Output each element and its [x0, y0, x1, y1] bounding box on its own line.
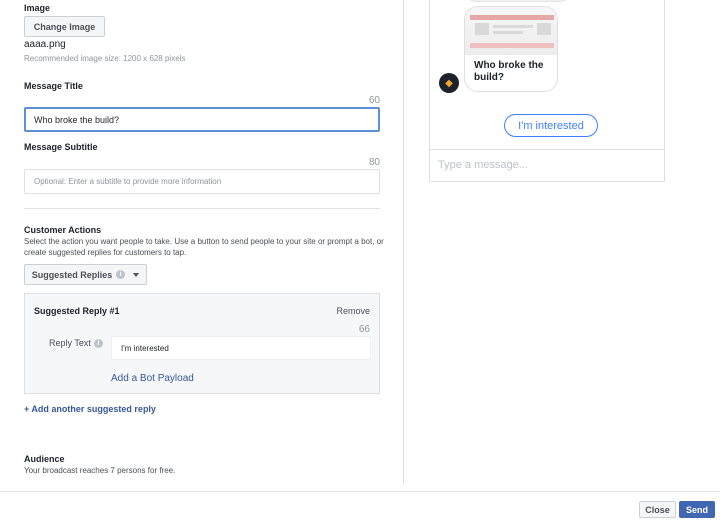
- customer-actions-label: Customer Actions: [24, 225, 102, 235]
- add-suggested-reply-link[interactable]: + Add another suggested reply: [24, 404, 156, 414]
- message-preview: Who broke the build? ◆ I'm interested Ty…: [429, 0, 665, 182]
- change-image-button[interactable]: Change Image: [24, 16, 105, 37]
- audience-description: Your broadcast reaches 7 persons for fre…: [24, 466, 176, 475]
- info-icon[interactable]: i: [116, 270, 126, 279]
- recommended-size-hint: Recommended image size: 1200 x 628 pixel…: [24, 54, 186, 63]
- close-button[interactable]: Close: [639, 501, 676, 518]
- composer-divider: [430, 149, 664, 150]
- title-char-counter: 60: [368, 95, 380, 106]
- customer-actions-description: Select the action you want people to tak…: [24, 237, 384, 257]
- send-button[interactable]: Send: [679, 501, 715, 518]
- suggested-reply-panel: Suggested Reply #1 Remove 66 Reply Text …: [24, 293, 380, 394]
- preview-composer[interactable]: Type a message...: [438, 159, 528, 171]
- info-icon[interactable]: i: [93, 338, 103, 348]
- panel-divider: [403, 0, 404, 484]
- action-type-dropdown[interactable]: Suggested Replies i: [24, 264, 147, 285]
- audience-label: Audience: [24, 454, 65, 464]
- message-subtitle-label: Message Subtitle: [24, 142, 98, 152]
- footer-divider: [0, 491, 720, 492]
- caret-down-icon: [133, 272, 140, 277]
- add-bot-payload-link[interactable]: Add a Bot Payload: [111, 373, 194, 384]
- message-title-input[interactable]: [24, 107, 380, 132]
- image-label: Image: [24, 3, 51, 13]
- preview-quick-reply[interactable]: I'm interested: [504, 114, 598, 137]
- message-title-label: Message Title: [24, 81, 83, 91]
- suggested-reply-heading: Suggested Reply #1: [34, 306, 120, 316]
- preview-card-image: [465, 7, 557, 55]
- action-type-value: Suggested Replies: [31, 269, 113, 280]
- section-divider: [24, 208, 380, 209]
- image-filename: aaaa.png: [24, 39, 66, 50]
- reply-char-counter: 66: [358, 324, 370, 335]
- bot-avatar-icon: ◆: [439, 73, 459, 93]
- subtitle-char-counter: 80: [368, 157, 380, 168]
- reply-text-input[interactable]: [111, 336, 371, 360]
- preview-card-title: Who broke the build?: [474, 60, 544, 83]
- reply-text-label-text: Reply Text: [49, 338, 91, 348]
- message-subtitle-input[interactable]: [24, 169, 380, 194]
- previous-message-bubble: [464, 0, 572, 2]
- reply-text-label: Reply Text i: [49, 338, 103, 348]
- remove-reply-link[interactable]: Remove: [336, 306, 370, 316]
- preview-card: Who broke the build?: [464, 6, 558, 92]
